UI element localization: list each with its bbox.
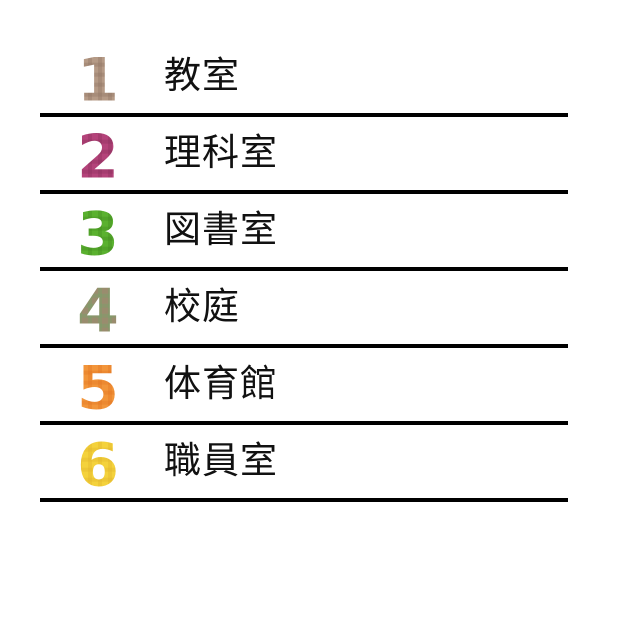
list-item: 1 教室 <box>40 40 568 117</box>
room-label-schoolyard: 校庭 <box>164 284 240 328</box>
number-3-glyph: 3 <box>77 199 119 269</box>
number-1-glyph: 1 <box>77 45 119 115</box>
number-4-glyph: 4 <box>77 276 119 346</box>
room-label-gymnasium: 体育館 <box>164 361 278 405</box>
room-label-science-room: 理科室 <box>164 130 278 174</box>
list-item: 5 体育館 <box>40 348 568 425</box>
number-3-icon: 3 <box>68 196 128 269</box>
room-label-staff-room: 職員室 <box>164 438 278 482</box>
list-item: 2 理科室 <box>40 117 568 194</box>
number-6-glyph: 6 <box>77 430 119 500</box>
number-5-text: 5 <box>77 353 119 423</box>
number-4-icon: 4 <box>68 273 128 346</box>
list-item: 3 図書室 <box>40 194 568 271</box>
number-6-icon: 6 <box>68 427 128 500</box>
list-item: 6 職員室 <box>40 425 568 502</box>
number-1-icon: 1 <box>68 42 128 115</box>
number-2-text: 2 <box>77 122 119 192</box>
room-list: 1 教室 2 理科室 3 図書室 4 校庭 5 体育館 6 職員室 <box>40 40 568 502</box>
room-label-classroom: 教室 <box>164 53 240 97</box>
number-5-icon: 5 <box>68 350 128 423</box>
number-4-text: 4 <box>77 276 119 346</box>
number-6-text: 6 <box>77 430 119 500</box>
list-item: 4 校庭 <box>40 271 568 348</box>
number-1-text: 1 <box>77 45 119 115</box>
number-2-glyph: 2 <box>77 122 119 192</box>
number-5-glyph: 5 <box>77 353 119 423</box>
number-3-text: 3 <box>77 199 119 269</box>
number-2-icon: 2 <box>68 119 128 192</box>
room-label-library: 図書室 <box>164 207 278 251</box>
